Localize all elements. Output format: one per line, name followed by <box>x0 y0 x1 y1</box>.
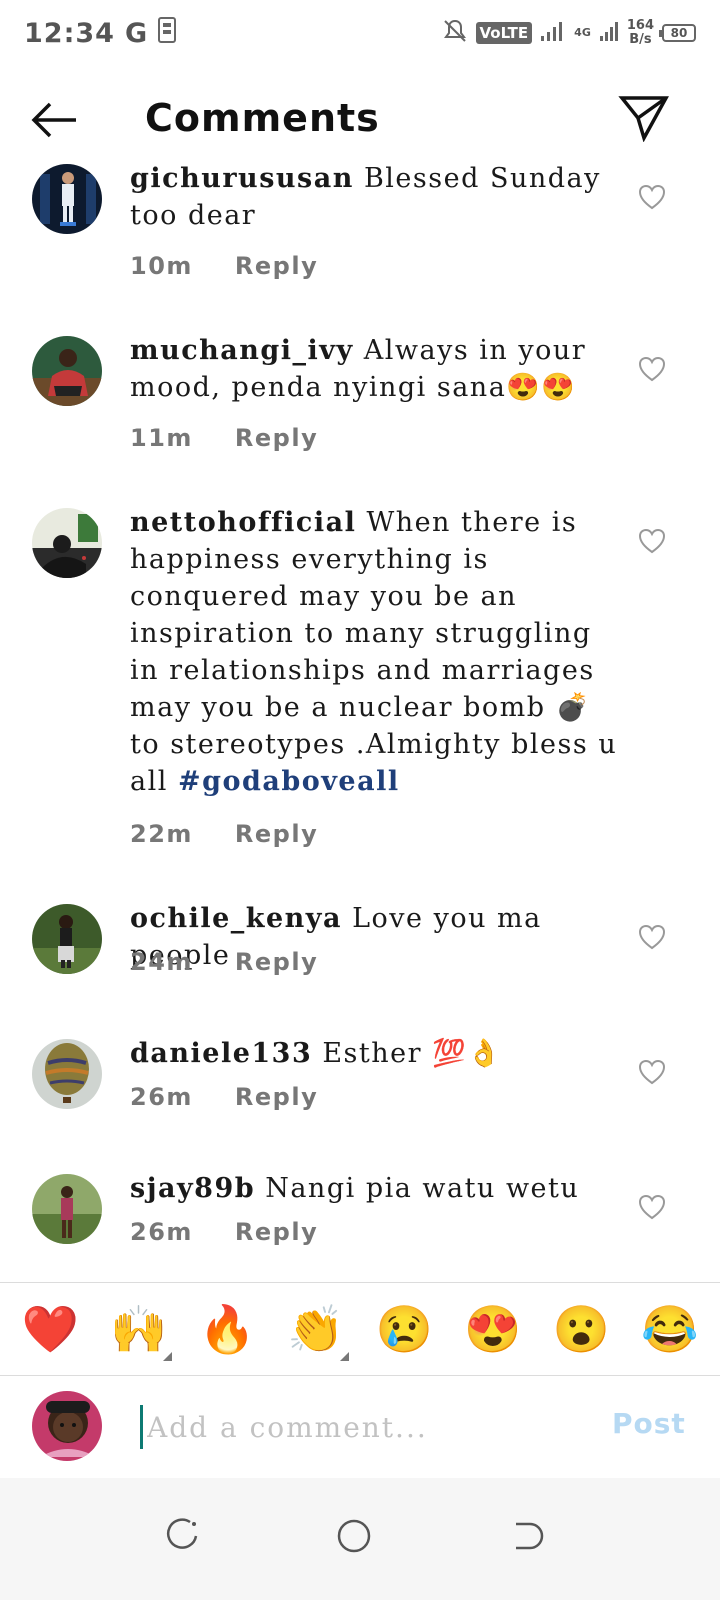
avatar[interactable] <box>32 1039 102 1109</box>
emoji-fire-button[interactable]: 🔥 <box>192 1299 262 1359</box>
comment-username[interactable]: sjay89b <box>130 1173 255 1204</box>
avatar[interactable] <box>32 164 102 234</box>
recents-button[interactable] <box>162 1516 202 1556</box>
skin-tone-indicator-icon <box>339 1352 349 1361</box>
battery-level: 80 <box>670 26 688 40</box>
comment-composer: Post <box>0 1377 720 1477</box>
post-button[interactable]: Post <box>612 1407 686 1440</box>
like-button[interactable] <box>638 924 666 950</box>
like-button[interactable] <box>638 528 666 554</box>
reply-button[interactable]: Reply <box>235 820 318 848</box>
network-type-label: 4G <box>574 26 591 39</box>
avatar[interactable] <box>32 508 102 578</box>
emoji-laughing-button[interactable]: 😂 <box>635 1299 705 1359</box>
volte-badge: VoLTE <box>475 22 533 44</box>
comment-message: Nangi pia watu wetu <box>265 1173 580 1204</box>
comment-message: Esther 💯👌 <box>322 1038 503 1069</box>
emoji-raised-hands-button[interactable]: 🙌 <box>104 1299 174 1361</box>
reply-button[interactable]: Reply <box>235 1083 318 1111</box>
reply-button[interactable]: Reply <box>235 424 318 452</box>
comment-time: 10m <box>130 252 193 280</box>
share-button[interactable] <box>618 94 670 143</box>
send-icon <box>618 96 669 143</box>
status-left: 12:34 G <box>24 16 177 50</box>
comment-input[interactable] <box>140 1405 560 1449</box>
heart-icon <box>638 1059 666 1085</box>
comment-username[interactable]: muchangi_ivy <box>130 335 354 366</box>
comment-time: 11m <box>130 424 193 452</box>
like-button[interactable] <box>638 1194 666 1220</box>
comment-time: 24m <box>130 948 193 976</box>
network-type: 4G <box>574 26 591 40</box>
comment-text: daniele133 Esther 💯👌 <box>130 1035 620 1072</box>
comment-meta: 11m Reply <box>130 424 318 452</box>
page-title: Comments <box>145 96 380 140</box>
net-speed: 164 B/s <box>627 19 654 47</box>
like-button[interactable] <box>638 356 666 382</box>
comment-meta: 26m Reply <box>130 1083 318 1111</box>
emoji-raised-hands-glyph: 🙌 <box>110 1302 168 1356</box>
comment-time: 26m <box>130 1083 193 1111</box>
skin-tone-indicator-icon <box>162 1352 172 1361</box>
heart-icon <box>638 184 666 210</box>
comments-list[interactable]: gichurususan Blessed Sunday too dear 10m… <box>0 160 720 1305</box>
reply-button[interactable]: Reply <box>235 252 318 280</box>
back-button[interactable] <box>30 98 80 142</box>
recents-icon <box>166 1518 198 1549</box>
signal-icon <box>540 20 566 46</box>
reply-button[interactable]: Reply <box>235 1218 318 1246</box>
header: Comments <box>0 80 720 160</box>
comment-text: muchangi_ivy Always in your mood, penda … <box>130 332 620 406</box>
avatar[interactable] <box>32 336 102 406</box>
home-circle-icon <box>337 1519 371 1553</box>
system-nav-bar <box>0 1478 720 1600</box>
reply-button[interactable]: Reply <box>235 948 318 976</box>
comment-meta: 24m Reply <box>130 948 318 976</box>
comment-meta: 22m Reply <box>130 820 318 848</box>
comment-hashtag[interactable]: #godaboveall <box>178 766 400 797</box>
comment-time: 22m <box>130 820 193 848</box>
comment-message: When there is happiness everything is co… <box>130 507 618 797</box>
heart-icon <box>638 1194 666 1220</box>
mute-icon <box>442 18 468 48</box>
net-speed-value: 164 <box>626 18 654 33</box>
like-button[interactable] <box>638 1059 666 1085</box>
comment-meta: 10m Reply <box>130 252 318 280</box>
comment-meta: 26m Reply <box>130 1218 318 1246</box>
avatar[interactable] <box>32 1174 102 1244</box>
sim-icon <box>158 16 177 50</box>
emoji-clap-button[interactable]: 👏 <box>281 1299 351 1361</box>
comment-text: nettohofficial When there is happiness e… <box>130 504 620 800</box>
heart-icon <box>638 356 666 382</box>
back-nav-icon <box>516 1522 544 1550</box>
clock: 12:34 <box>24 17 115 49</box>
emoji-crying-button[interactable]: 😢 <box>369 1299 439 1359</box>
status-bar: 12:34 G VoLTE 4G 164 B/s 80 <box>0 0 720 66</box>
like-button[interactable] <box>638 184 666 210</box>
home-button[interactable] <box>334 1516 374 1556</box>
carrier-letter: G <box>124 17 149 49</box>
emoji-surprised-button[interactable]: 😮 <box>546 1299 616 1359</box>
signal-icon-2 <box>599 20 619 46</box>
battery-icon: 80 <box>659 24 696 42</box>
avatar[interactable] <box>32 904 102 974</box>
heart-icon <box>638 924 666 950</box>
comment-username[interactable]: daniele133 <box>130 1038 312 1069</box>
emoji-heart-button[interactable]: ❤️ <box>15 1299 85 1359</box>
net-speed-unit: B/s <box>629 32 652 47</box>
comment-username[interactable]: nettohofficial <box>130 507 356 538</box>
emoji-heart-eyes-button[interactable]: 😍 <box>458 1299 528 1359</box>
comment-username[interactable]: gichurususan <box>130 163 354 194</box>
status-right: VoLTE 4G 164 B/s 80 <box>442 18 696 48</box>
heart-icon <box>638 528 666 554</box>
current-user-avatar <box>32 1391 102 1461</box>
comment-time: 26m <box>130 1218 193 1246</box>
arrow-left-icon <box>31 102 76 138</box>
comment-text: sjay89b Nangi pia watu wetu <box>130 1170 620 1207</box>
comment-username[interactable]: ochile_kenya <box>130 903 342 934</box>
emoji-quick-bar: ❤️ 🙌 🔥 👏 😢 😍 😮 😂 <box>0 1282 720 1376</box>
back-nav-button[interactable] <box>506 1516 546 1556</box>
comment-text: gichurususan Blessed Sunday too dear <box>130 160 620 234</box>
emoji-clap-glyph: 👏 <box>287 1302 345 1356</box>
